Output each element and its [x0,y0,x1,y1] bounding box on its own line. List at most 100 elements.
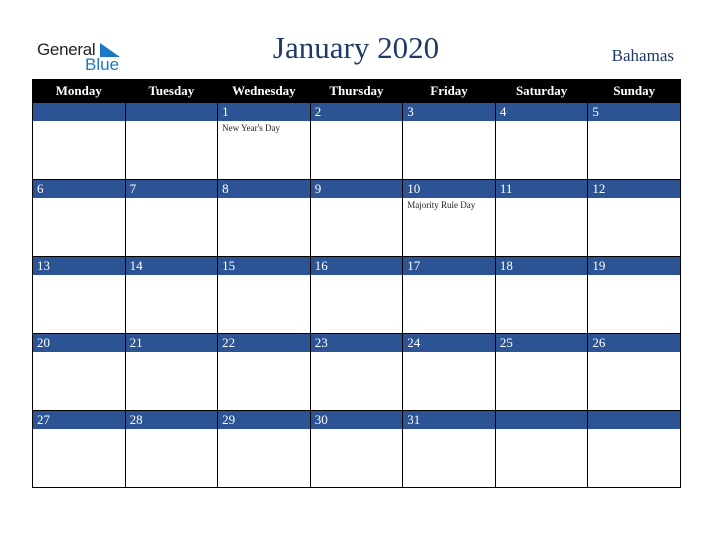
day-body [588,121,680,179]
day-body [125,352,218,410]
day-body [218,275,310,333]
holiday-label [588,429,680,431]
day-body [403,121,495,179]
day-cell[interactable] [124,102,219,180]
day-number [588,411,680,429]
holiday-label [311,429,403,431]
day-body [33,429,125,487]
day-body [403,275,495,333]
day-cell[interactable]: 17 [402,256,496,334]
day-cell[interactable]: 31 [402,410,496,488]
day-cell[interactable] [587,410,681,488]
day-number: 27 [33,411,125,429]
day-number: 8 [218,180,310,198]
holiday-label [496,429,588,431]
day-cell[interactable]: 28 [124,410,219,488]
holiday-label [218,275,310,277]
day-cell[interactable]: 10 Majority Rule Day [402,179,496,257]
weekday-header: Friday [402,79,496,103]
holiday-label: Majority Rule Day [407,200,476,210]
day-number: 4 [495,103,588,121]
day-number: 19 [588,257,680,275]
day-cell[interactable]: 8 [217,179,311,257]
day-cell[interactable]: 5 [587,102,681,180]
day-cell[interactable]: 21 [124,333,219,411]
day-cell[interactable]: 23 [309,333,404,411]
holiday-label [311,275,403,277]
day-number: 13 [33,257,125,275]
day-cell[interactable]: 24 [402,333,496,411]
day-cell[interactable]: 15 [217,256,311,334]
day-number: 26 [588,334,680,352]
day-cell[interactable]: 7 [124,179,219,257]
holiday-label [588,352,680,354]
holiday-label [311,198,403,200]
day-cell[interactable]: 16 [309,256,404,334]
day-cell[interactable]: 30 [309,410,404,488]
day-cell[interactable]: 18 [494,256,589,334]
day-cell[interactable]: 12 [587,179,681,257]
day-body: New Year's Day [218,121,310,179]
holiday-label [496,198,588,200]
holiday-label [33,121,125,123]
day-number: 6 [33,180,125,198]
day-body [218,429,310,487]
day-cell[interactable]: 29 [217,410,311,488]
day-number [495,411,588,429]
day-body [310,429,403,487]
weekday-header: Sunday [587,79,681,103]
day-number: 2 [310,103,403,121]
day-body [495,275,588,333]
day-body [588,429,680,487]
day-cell[interactable] [494,410,589,488]
day-cell[interactable]: 14 [124,256,219,334]
calendar-title: January 2020 [272,30,440,65]
day-number: 28 [125,411,218,429]
day-cell[interactable]: 1 New Year's Day [217,102,311,180]
day-body [218,198,310,256]
day-body [310,198,403,256]
day-number: 25 [495,334,588,352]
day-body [125,121,218,179]
day-cell[interactable]: 6 [32,179,126,257]
day-number: 31 [403,411,495,429]
holiday-label [218,429,310,431]
holiday-label [33,198,125,200]
holiday-label [126,275,218,277]
day-cell[interactable]: 27 [32,410,126,488]
day-body [310,275,403,333]
day-cell[interactable]: 20 [32,333,126,411]
weekday-header: Saturday [494,79,589,103]
day-cell[interactable]: 11 [494,179,589,257]
day-number: 18 [495,257,588,275]
day-number: 7 [125,180,218,198]
day-number: 23 [310,334,403,352]
day-cell[interactable]: 26 [587,333,681,411]
week-row: 13 14 15 16 17 18 19 [32,256,681,334]
day-cell[interactable]: 19 [587,256,681,334]
holiday-label [588,121,680,123]
day-cell[interactable]: 22 [217,333,311,411]
day-cell[interactable]: 25 [494,333,589,411]
day-cell[interactable]: 9 [309,179,404,257]
day-cell[interactable] [32,102,126,180]
holiday-label [496,352,588,354]
day-number: 15 [218,257,310,275]
day-body [495,198,588,256]
day-number: 16 [310,257,403,275]
day-cell[interactable]: 2 [309,102,404,180]
weekday-header-row: Monday Tuesday Wednesday Thursday Friday… [32,79,681,103]
day-number: 5 [588,103,680,121]
day-cell[interactable]: 4 [494,102,589,180]
day-number [125,103,218,121]
weekday-header: Tuesday [124,79,219,103]
holiday-label [126,198,218,200]
week-row: 1 New Year's Day 2 3 4 5 [32,102,681,180]
week-row: 6 7 8 9 10 Majority Rule Day 11 12 [32,179,681,257]
week-row: 27 28 29 30 31 [32,410,681,488]
day-number: 29 [218,411,310,429]
holiday-label [311,352,403,354]
day-cell[interactable]: 3 [402,102,496,180]
holiday-label [33,275,125,277]
day-cell[interactable]: 13 [32,256,126,334]
